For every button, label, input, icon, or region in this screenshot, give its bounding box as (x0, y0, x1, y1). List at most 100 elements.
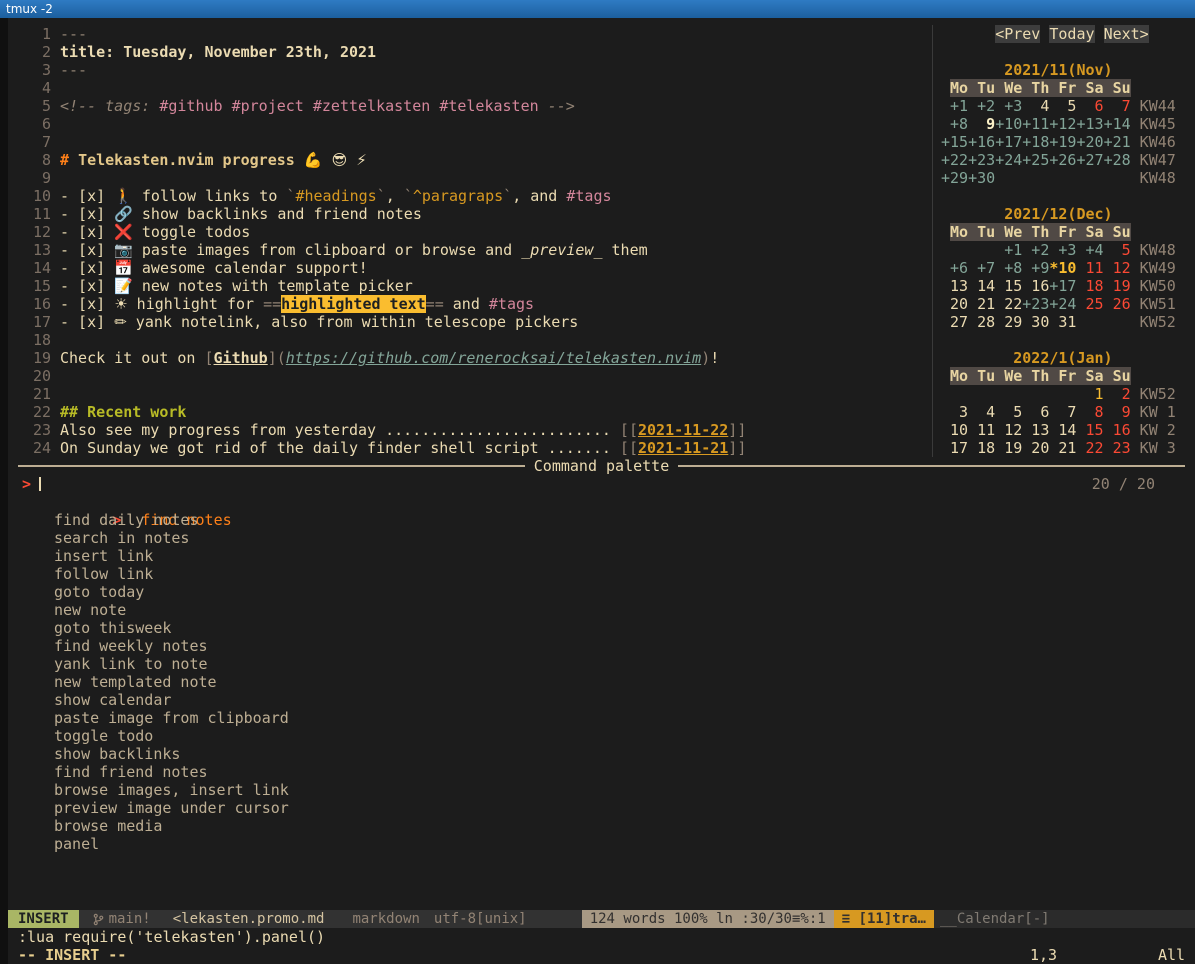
calendar-day[interactable]: 17 (941, 439, 968, 457)
calendar-day[interactable]: +3 (1049, 241, 1076, 259)
calendar-day[interactable]: +16 (968, 133, 995, 151)
calendar-day[interactable]: +10 (995, 115, 1022, 133)
calendar-day[interactable]: 21 (968, 295, 995, 313)
calendar-day[interactable]: +4 (1076, 241, 1103, 259)
calendar-day[interactable]: +8 (995, 259, 1022, 277)
buffer-tab[interactable]: ≡ [11]tra… (834, 910, 934, 928)
palette-item[interactable]: toggle todo (8, 727, 1195, 745)
calendar-day[interactable]: +15 (941, 133, 968, 151)
editor-line[interactable]: 15- [x] 📝 new notes with template picker (8, 277, 932, 295)
palette-item[interactable]: find friend notes (8, 763, 1195, 781)
calendar-day[interactable]: 11 (968, 421, 995, 439)
palette-item[interactable]: yank link to note (8, 655, 1195, 673)
palette-item[interactable]: show calendar (8, 691, 1195, 709)
editor-pane[interactable]: 1---2title: Tuesday, November 23th, 2021… (8, 25, 932, 457)
calendar-day[interactable]: 7 (1104, 97, 1131, 115)
calendar-day[interactable]: 5 (1104, 241, 1131, 259)
calendar-day[interactable]: +23 (1022, 295, 1049, 313)
editor-line[interactable]: 7 (8, 133, 932, 151)
calendar-day[interactable]: 5 (1049, 97, 1076, 115)
calendar-day[interactable]: +24 (1049, 295, 1076, 313)
calendar-day[interactable]: *10 (1049, 259, 1076, 277)
calendar-day[interactable]: +18 (1022, 133, 1049, 151)
calendar-day[interactable]: 18 (968, 439, 995, 457)
editor-line[interactable]: 9 (8, 169, 932, 187)
calendar-day[interactable]: 16 (1104, 421, 1131, 439)
calendar-day[interactable]: 27 (941, 313, 968, 331)
palette-item[interactable]: goto thisweek (8, 619, 1195, 637)
calendar-day[interactable]: 15 (995, 277, 1022, 295)
calendar-day[interactable]: 3 (941, 403, 968, 421)
calendar-day[interactable]: 6 (1022, 403, 1049, 421)
calendar-day[interactable]: +25 (1022, 151, 1049, 169)
editor-line[interactable]: 17- [x] ✏ yank notelink, also from withi… (8, 313, 932, 331)
calendar-day[interactable]: 1 (1076, 385, 1103, 403)
editor-line[interactable]: 19Check it out on [Github](https://githu… (8, 349, 932, 367)
editor-line[interactable]: 6 (8, 115, 932, 133)
palette-item[interactable]: paste image from clipboard (8, 709, 1195, 727)
calendar-day[interactable]: +11 (1022, 115, 1049, 133)
calendar-day[interactable]: +2 (1022, 241, 1049, 259)
calendar-day[interactable]: 22 (995, 295, 1022, 313)
calendar-day[interactable]: 5 (995, 403, 1022, 421)
calendar-day[interactable]: 20 (1022, 439, 1049, 457)
palette-item[interactable]: follow link (8, 565, 1195, 583)
calendar-day[interactable]: 30 (1022, 313, 1049, 331)
calendar-day[interactable]: +30 (968, 169, 995, 187)
editor-line[interactable]: 10- [x] 🚶 follow links to `#headings`, `… (8, 187, 932, 205)
editor-line[interactable]: 11- [x] 🔗 show backlinks and friend note… (8, 205, 932, 223)
calendar-day[interactable]: +23 (968, 151, 995, 169)
calendar-day[interactable]: 9 (968, 115, 995, 133)
calendar-day[interactable]: 15 (1076, 421, 1103, 439)
calendar-day[interactable]: +17 (1049, 277, 1076, 295)
calendar-day[interactable]: 19 (995, 439, 1022, 457)
palette-item[interactable]: show backlinks (8, 745, 1195, 763)
calendar-day[interactable]: 10 (941, 421, 968, 439)
calendar-day[interactable]: 25 (1076, 295, 1103, 313)
editor-line[interactable]: 16- [x] ☀ highlight for ==highlighted te… (8, 295, 932, 313)
palette-item[interactable]: browse images, insert link (8, 781, 1195, 799)
calendar-day[interactable]: 23 (1104, 439, 1131, 457)
editor-line[interactable]: 8# Telekasten.nvim progress 💪 😎 ⚡ (8, 151, 932, 169)
calendar-day[interactable]: 12 (1104, 259, 1131, 277)
editor-line[interactable]: 1--- (8, 25, 932, 43)
calendar-day[interactable]: 21 (1049, 439, 1076, 457)
calendar-day[interactable]: 8 (1076, 403, 1103, 421)
calendar-day[interactable]: 18 (1076, 277, 1103, 295)
calendar-day[interactable]: +9 (1022, 259, 1049, 277)
editor-line[interactable]: 18 (8, 331, 932, 349)
editor-line[interactable]: 22## Recent work (8, 403, 932, 421)
calendar-day[interactable]: +20 (1076, 133, 1103, 151)
calendar-day[interactable]: +13 (1076, 115, 1103, 133)
palette-item[interactable]: new templated note (8, 673, 1195, 691)
calendar-day[interactable]: +14 (1104, 115, 1131, 133)
calendar-day[interactable]: 29 (995, 313, 1022, 331)
palette-item[interactable]: goto today (8, 583, 1195, 601)
calendar-day[interactable]: +1 (995, 241, 1022, 259)
calendar-day[interactable]: +7 (968, 259, 995, 277)
editor-line[interactable]: 24On Sunday we got rid of the daily find… (8, 439, 932, 457)
editor-line[interactable]: 13- [x] 📷 paste images from clipboard or… (8, 241, 932, 259)
calendar-day[interactable]: 19 (1104, 277, 1131, 295)
calendar-day[interactable]: 13 (1022, 421, 1049, 439)
calendar-day[interactable]: 6 (1076, 97, 1103, 115)
editor-line[interactable]: 5<!-- tags: #github #project #zettelkast… (8, 97, 932, 115)
palette-item[interactable]: browse media (8, 817, 1195, 835)
calendar-day[interactable]: +12 (1049, 115, 1076, 133)
editor-line[interactable]: 14- [x] 📅 awesome calendar support! (8, 259, 932, 277)
calendar-day[interactable]: 2 (1104, 385, 1131, 403)
calendar-day[interactable]: +8 (941, 115, 968, 133)
calendar-today-button[interactable]: Today (1049, 25, 1094, 43)
calendar-day[interactable]: +3 (995, 97, 1022, 115)
palette-item[interactable]: new note (8, 601, 1195, 619)
calendar-day[interactable]: +22 (941, 151, 968, 169)
editor-line[interactable]: 20 (8, 367, 932, 385)
calendar-day[interactable]: 4 (1022, 97, 1049, 115)
calendar-day[interactable]: 26 (1104, 295, 1131, 313)
palette-item[interactable]: find daily notes (8, 511, 1195, 529)
editor-line[interactable]: 23Also see my progress from yesterday ..… (8, 421, 932, 439)
editor-line[interactable]: 3--- (8, 61, 932, 79)
calendar-day[interactable]: 12 (995, 421, 1022, 439)
calendar-day[interactable]: 31 (1049, 313, 1076, 331)
calendar-day[interactable]: 20 (941, 295, 968, 313)
